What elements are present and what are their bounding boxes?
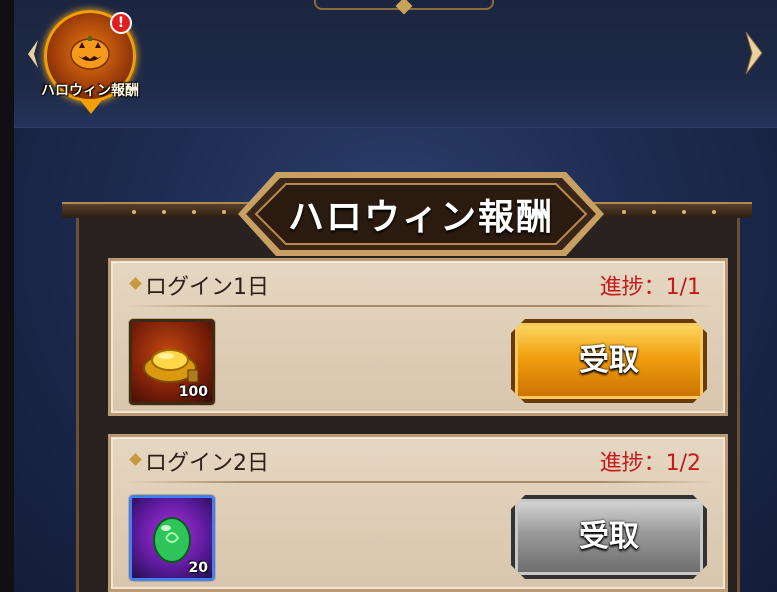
reward-title: ログイン2日 bbox=[145, 451, 269, 476]
row-divider bbox=[127, 481, 715, 483]
reward-item-slot[interactable]: 20 bbox=[129, 495, 215, 581]
reward-progress: 進捗：1/2 bbox=[599, 451, 701, 476]
claim-button[interactable]: 受取 bbox=[511, 319, 707, 403]
row-divider bbox=[127, 305, 715, 307]
alert-badge: ! bbox=[110, 12, 132, 34]
claim-button[interactable]: 受取 bbox=[511, 495, 707, 579]
diamond-bullet-icon bbox=[129, 277, 142, 290]
item-count: 100 bbox=[178, 384, 208, 400]
strip-dot bbox=[132, 210, 136, 214]
top-ornament bbox=[314, 0, 494, 10]
strip-dot bbox=[192, 210, 196, 214]
chevron-right-icon[interactable] bbox=[742, 30, 764, 76]
reward-row: ログイン1日 進捗：1/1 100 受取 bbox=[108, 258, 728, 416]
reward-title: ログイン1日 bbox=[145, 275, 269, 300]
strip-dot bbox=[712, 210, 716, 214]
strip-dot bbox=[652, 210, 656, 214]
event-label: ハロウィン報酬 bbox=[41, 83, 139, 99]
pumpkin-icon bbox=[70, 36, 110, 70]
item-count: 20 bbox=[188, 560, 208, 576]
reward-progress: 進捗：1/1 bbox=[599, 275, 701, 300]
strip-dot bbox=[162, 210, 166, 214]
diamond-bullet-icon bbox=[129, 453, 142, 466]
claim-button-label: 受取 bbox=[579, 519, 639, 554]
strip-dot bbox=[222, 210, 226, 214]
event-pointer-icon bbox=[80, 100, 102, 114]
claim-button-label: 受取 bbox=[579, 343, 639, 378]
reward-item-slot[interactable]: 100 bbox=[129, 319, 215, 405]
chevron-left-icon[interactable] bbox=[26, 38, 40, 70]
panel-title-plate: ハロウィン報酬 bbox=[236, 170, 606, 258]
halloween-event-button[interactable]: ハロウィン報酬 ! bbox=[40, 8, 140, 116]
panel-title: ハロウィン報酬 bbox=[287, 197, 554, 238]
reward-row: ログイン2日 進捗：1/2 20 受取 bbox=[108, 434, 728, 592]
strip-dot bbox=[622, 210, 626, 214]
strip-dot bbox=[682, 210, 686, 214]
game-screen: ハロウィン報酬 ! ハロウィン報酬 ログイン1日 進捗：1/1 100 受取 ロ… bbox=[14, 0, 777, 592]
